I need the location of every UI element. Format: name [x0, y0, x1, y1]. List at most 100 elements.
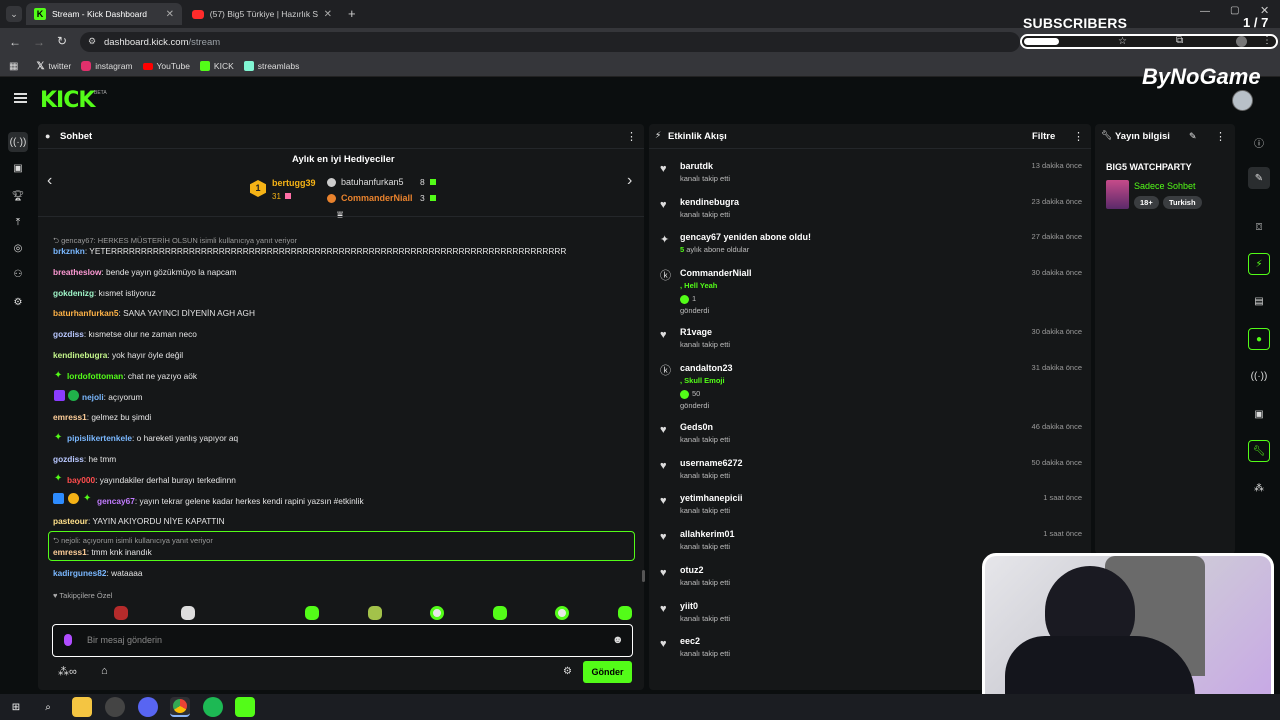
users-icon[interactable]: ⚇	[8, 264, 28, 284]
event-user[interactable]: yiit0	[680, 601, 698, 611]
trophy-icon[interactable]: 🏆︎	[8, 186, 28, 206]
new-tab-icon[interactable]: +	[348, 6, 356, 21]
settings-icon[interactable]: ⚙	[8, 292, 28, 312]
bookmark-kick[interactable]: KICK	[199, 61, 234, 71]
camera-icon[interactable]: ⌼	[1248, 216, 1270, 238]
lightning-icon[interactable]: ⚡︎	[1248, 253, 1270, 275]
category-name[interactable]: Sadece Sohbet	[1134, 181, 1196, 191]
events-menu-icon[interactable]: ⋮	[1073, 130, 1084, 143]
avatar[interactable]	[1232, 90, 1253, 111]
target-icon[interactable]: ◎	[8, 238, 28, 258]
chat-username[interactable]: nejoli	[82, 392, 104, 402]
back-icon[interactable]: ←	[9, 35, 21, 49]
bookmark-streamlabs[interactable]: streamlabs	[243, 61, 299, 71]
menu-dots-icon[interactable]: ⋮	[1262, 35, 1272, 46]
connections-icon[interactable]: ⁂∞	[58, 665, 77, 678]
windows-start-icon[interactable]: ⊞	[6, 697, 26, 717]
event-user[interactable]: yetimhanepicii	[680, 493, 743, 503]
info-icon[interactable]: ⓘ	[1248, 131, 1270, 153]
event-user[interactable]: gencay67 yeniden abone oldu!	[680, 232, 811, 242]
mic-icon[interactable]	[64, 634, 72, 646]
emote-kick-blob2-icon[interactable]	[492, 606, 507, 620]
chat-username[interactable]: baturhanfurkan5	[53, 308, 118, 318]
emote-kick-ball2-icon[interactable]	[555, 606, 569, 620]
close-tab-icon[interactable]: ✕	[166, 9, 174, 20]
chat-username[interactable]: kendinebugra	[53, 350, 107, 360]
event-user[interactable]: kendinebugra	[680, 197, 739, 207]
chat-username[interactable]: bay000	[67, 475, 95, 485]
chat-username[interactable]: brkznkn	[53, 246, 85, 256]
emote-kick-blob-icon[interactable]	[305, 606, 319, 620]
kick-studio-icon[interactable]	[235, 697, 255, 717]
event-user[interactable]: username6272	[680, 458, 743, 468]
gifters-next-icon[interactable]: ›	[627, 172, 632, 190]
forward-icon[interactable]: →	[33, 35, 45, 49]
chat-menu-icon[interactable]: ⋮	[626, 130, 637, 143]
spotify-icon[interactable]	[203, 697, 223, 717]
event-user[interactable]: otuz2	[680, 565, 704, 575]
extension-icon[interactable]: ⧉	[1176, 35, 1183, 46]
chat-username[interactable]: gokdenizg	[53, 288, 94, 298]
gifters-prev-icon[interactable]: ‹	[47, 172, 52, 190]
bookmark-twitter[interactable]: 𝕏twitter	[36, 61, 71, 72]
chat-settings-icon[interactable]: ⚙	[563, 666, 572, 677]
event-user[interactable]: eec2	[680, 636, 700, 646]
event-user[interactable]: barutdk	[680, 161, 713, 171]
reload-icon[interactable]: ↻	[57, 34, 67, 48]
file-explorer-icon[interactable]	[72, 697, 92, 717]
chat-username[interactable]: gozdiss	[53, 329, 84, 339]
app-icon[interactable]	[105, 697, 125, 717]
hamburger-menu-icon[interactable]	[14, 93, 27, 103]
minimize-icon[interactable]: —	[1200, 6, 1210, 17]
event-user[interactable]: Geds0n	[680, 422, 713, 432]
dashboard-icon[interactable]: ▣	[8, 158, 28, 178]
edit-icon[interactable]: ✎	[1248, 167, 1270, 189]
store-icon[interactable]: ⌂	[101, 665, 108, 677]
tab-kick-dashboard[interactable]: K Stream - Kick Dashboard ✕	[26, 3, 182, 25]
gifter-name[interactable]: batuhanfurkan5	[341, 177, 404, 187]
chat-username[interactable]: lordofottoman	[67, 371, 123, 381]
search-icon[interactable]: ⌕	[38, 697, 58, 717]
maximize-icon[interactable]: ▢	[1230, 5, 1239, 16]
close-tab-icon[interactable]: ✕	[324, 9, 332, 20]
chat-username[interactable]: pasteour	[53, 516, 88, 526]
kick-logo[interactable]: KICK	[40, 88, 95, 113]
storefront-icon[interactable]: ▣	[1248, 403, 1270, 425]
upload-icon[interactable]: ⤒	[8, 212, 28, 232]
chrome-icon[interactable]	[170, 697, 190, 717]
profile-icon[interactable]	[1236, 36, 1247, 47]
live-icon[interactable]: ((·))	[8, 132, 28, 152]
event-user[interactable]: allahkerim01	[680, 529, 735, 539]
url-field[interactable]: dashboard.kick.com/stream	[80, 32, 1020, 52]
emoji-icon[interactable]: ☻	[612, 634, 624, 646]
bookmark-instagram[interactable]: instagram	[81, 61, 133, 71]
broadcast-icon[interactable]: ((·))	[1248, 365, 1270, 387]
emote-kick-ball-icon[interactable]	[430, 606, 444, 620]
tab-youtube[interactable]: (57) Big5 Türkiye | Hazırlık Sezo ✕	[184, 3, 340, 25]
event-user[interactable]: CommanderNiall	[680, 268, 752, 278]
tab-search-button[interactable]: ⌄	[6, 6, 22, 22]
chat-username[interactable]: gencay67	[97, 496, 135, 506]
edit-icon[interactable]: ✎	[1189, 131, 1197, 142]
emote-kedi-stop-icon[interactable]	[114, 606, 128, 620]
filter-button[interactable]: Filtre	[1032, 131, 1055, 142]
chat-username[interactable]: gozdiss	[53, 454, 84, 464]
event-user[interactable]: R1vage	[680, 327, 712, 337]
chat-scrollbar[interactable]	[642, 570, 645, 582]
wrench-icon[interactable]: 🔧︎	[1248, 440, 1270, 462]
gifter-name[interactable]: bertugg39	[272, 178, 316, 188]
emote-kick-face-icon[interactable]	[367, 606, 382, 620]
star-icon[interactable]: ☆	[1118, 36, 1127, 47]
bookmark-youtube[interactable]: YouTube	[142, 61, 190, 71]
connections-icon[interactable]: ⁂	[1248, 477, 1270, 499]
emote-kick-blob3-icon[interactable]	[617, 606, 632, 620]
chat-bubble-icon[interactable]: ●	[1248, 328, 1270, 350]
gifter-name[interactable]: CommanderNiall	[341, 193, 413, 203]
site-info-icon[interactable]: ⚙	[88, 36, 96, 47]
stream-info-menu-icon[interactable]: ⋮	[1215, 130, 1226, 143]
chat-username[interactable]: pipislikertenkele	[67, 433, 132, 443]
apps-icon[interactable]: ▦	[9, 61, 18, 72]
discord-icon[interactable]	[138, 697, 158, 717]
chat-username[interactable]: emress1	[53, 412, 87, 422]
event-user[interactable]: candalton23	[680, 363, 733, 373]
